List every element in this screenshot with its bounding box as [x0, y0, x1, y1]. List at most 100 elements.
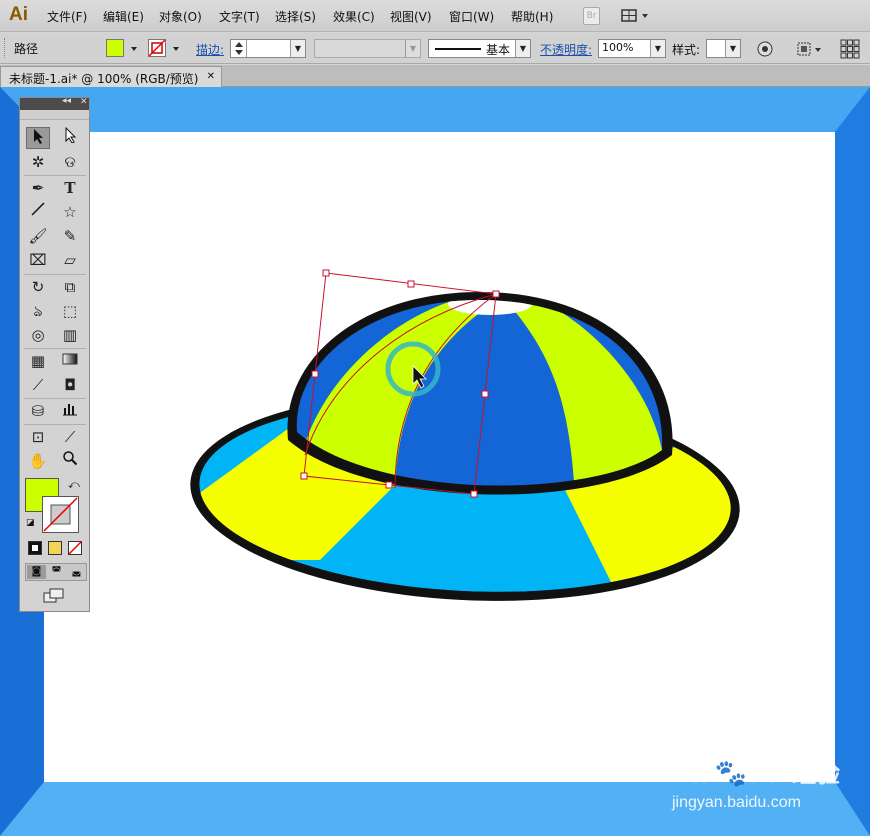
scale-tool[interactable]: ⧉	[58, 276, 82, 298]
opacity-dropdown[interactable]: 100% ▼	[598, 39, 666, 58]
eraser-icon: ▱	[64, 251, 76, 269]
color-mode-button[interactable]	[28, 541, 42, 555]
rotate-tool[interactable]: ↻	[26, 276, 50, 298]
menu-select[interactable]: 选择(S)	[275, 8, 316, 25]
lasso-icon: ଡ	[64, 153, 76, 171]
collapse-icon[interactable]: ◂◂	[62, 96, 71, 106]
star-tool[interactable]: ☆	[58, 201, 82, 223]
chevron-down-icon: ▼	[405, 40, 420, 57]
direct-selection-tool[interactable]	[58, 126, 82, 149]
stroke-color-box[interactable]	[42, 496, 79, 533]
pencil-tool[interactable]: ✎	[58, 225, 82, 247]
watermark-brand: Bai🐾du 经验	[668, 756, 841, 789]
zoom-icon	[63, 451, 78, 466]
line-tool[interactable]	[26, 201, 50, 223]
fill-swatch-control[interactable]	[106, 39, 142, 59]
gradient-mode-button[interactable]	[48, 541, 62, 555]
selection-tool[interactable]	[26, 127, 50, 149]
bridge-button[interactable]: Br	[583, 7, 600, 25]
tools-panel: ◂◂ ✕ ✲ ଡ ✒ T ☆ 🖌 ✎ ⌧ ▱ ↻ ⧉ ঌ ⬚ ◎ ▥ ▦ ⟋ ◘…	[19, 96, 90, 612]
document-canvas[interactable]: Bai🐾du 经验 jingyan.baidu.com	[0, 87, 870, 836]
align-options-icon[interactable]	[796, 40, 826, 58]
menu-type[interactable]: 文字(T)	[219, 8, 260, 25]
graphic-style-dropdown[interactable]: ▼	[706, 39, 741, 58]
document-tab-bar: 未标题-1.ai* @ 100% (RGB/预览) ✕	[0, 65, 870, 87]
menu-window[interactable]: 窗口(W)	[449, 8, 494, 25]
tools-grip[interactable]	[20, 110, 89, 120]
workspace-switcher[interactable]	[620, 7, 652, 25]
frame-top-bevel	[0, 87, 870, 132]
none-mode-button[interactable]	[68, 541, 82, 555]
eyedropper-tool[interactable]: ⟋	[26, 374, 50, 396]
chevron-down-icon	[172, 47, 179, 51]
selection-tool-icon	[34, 129, 43, 144]
chevron-down-icon: ▼	[650, 40, 665, 57]
eraser-tool[interactable]: ▱	[58, 249, 82, 271]
tool-separator	[24, 274, 86, 275]
free-transform-icon: ⬚	[62, 302, 78, 320]
paintbrush-tool[interactable]: 🖌	[26, 225, 50, 247]
opacity-link[interactable]: 不透明度:	[540, 41, 592, 61]
document-tab[interactable]: 未标题-1.ai* @ 100% (RGB/预览) ✕	[0, 66, 222, 87]
panel-grid-icon[interactable]	[840, 39, 860, 59]
tool-separator	[24, 175, 86, 176]
menu-edit[interactable]: 编辑(E)	[103, 8, 144, 25]
stepper-icon[interactable]	[232, 40, 246, 57]
symbol-sprayer-tool[interactable]: ⛁	[26, 400, 50, 422]
field-divider	[246, 40, 247, 57]
color-icon	[32, 545, 38, 551]
menu-object[interactable]: 对象(O)	[159, 8, 202, 25]
pen-tool[interactable]: ✒	[26, 177, 50, 199]
menu-effect[interactable]: 效果(C)	[333, 8, 375, 25]
column-graph-tool[interactable]	[58, 400, 82, 422]
draw-inside-icon[interactable]: ◛	[67, 565, 86, 579]
menu-view[interactable]: 视图(V)	[390, 8, 432, 25]
brush-definition-dropdown[interactable]: 基本 ▼	[428, 39, 531, 58]
perspective-grid-tool[interactable]: ▥	[58, 324, 82, 346]
color-mode-group	[25, 540, 85, 556]
chevron-down-icon: ▼	[725, 40, 740, 57]
type-icon: T	[64, 179, 76, 197]
close-icon[interactable]: ✕	[80, 97, 88, 107]
free-transform-tool[interactable]: ⬚	[58, 300, 82, 322]
pen-icon: ✒	[31, 179, 45, 197]
blob-brush-tool[interactable]: ⌧	[26, 249, 50, 271]
screen-mode-icon[interactable]	[43, 588, 65, 604]
frame-right-bevel	[835, 87, 870, 836]
shape-builder-tool[interactable]: ◎	[26, 324, 50, 346]
stroke-weight-field[interactable]: ▼	[230, 39, 306, 58]
slice-tool[interactable]: ⟋	[58, 426, 82, 448]
tool-separator	[24, 424, 86, 425]
stroke-link[interactable]: 描边:	[196, 41, 224, 61]
blend-tool[interactable]: ◘	[58, 374, 82, 396]
gradient-tool[interactable]	[58, 350, 82, 372]
hand-tool[interactable]: ✋	[26, 450, 50, 472]
artboard-tool[interactable]: ⊡	[26, 426, 50, 448]
draw-behind-icon[interactable]: ◚	[47, 565, 66, 579]
warp-tool[interactable]: ঌ	[26, 300, 50, 322]
recolor-artwork-icon[interactable]	[756, 40, 774, 58]
perspective-grid-icon: ▥	[62, 326, 78, 344]
default-colors-icon[interactable]: ◪	[26, 518, 35, 528]
zoom-tool[interactable]	[58, 450, 82, 472]
close-icon[interactable]: ✕	[207, 71, 215, 82]
lasso-tool[interactable]: ଡ	[58, 151, 82, 173]
document-tab-title: 未标题-1.ai* @ 100% (RGB/预览)	[9, 72, 199, 86]
eyedropper-icon: ⟋	[32, 376, 44, 394]
type-tool[interactable]: T	[58, 177, 82, 199]
panel-grip	[4, 38, 7, 58]
magic-wand-tool[interactable]: ✲	[26, 151, 50, 173]
column-graph-icon	[63, 404, 77, 416]
mesh-tool[interactable]: ▦	[26, 350, 50, 372]
stroke-line-preview	[435, 48, 481, 50]
tools-panel-header[interactable]: ◂◂ ✕	[20, 96, 89, 110]
draw-normal-icon[interactable]: ◙	[27, 565, 46, 579]
menu-help[interactable]: 帮助(H)	[511, 8, 553, 25]
menu-file[interactable]: 文件(F)	[47, 8, 87, 25]
stroke-swatch-control[interactable]	[148, 39, 184, 59]
blend-icon: ◘	[64, 376, 76, 394]
rotate-icon: ↻	[31, 278, 45, 296]
swap-colors-icon[interactable]: ⤺	[68, 478, 80, 492]
object-type-label: 路径	[14, 42, 39, 56]
opacity-value: 100%	[602, 41, 634, 54]
